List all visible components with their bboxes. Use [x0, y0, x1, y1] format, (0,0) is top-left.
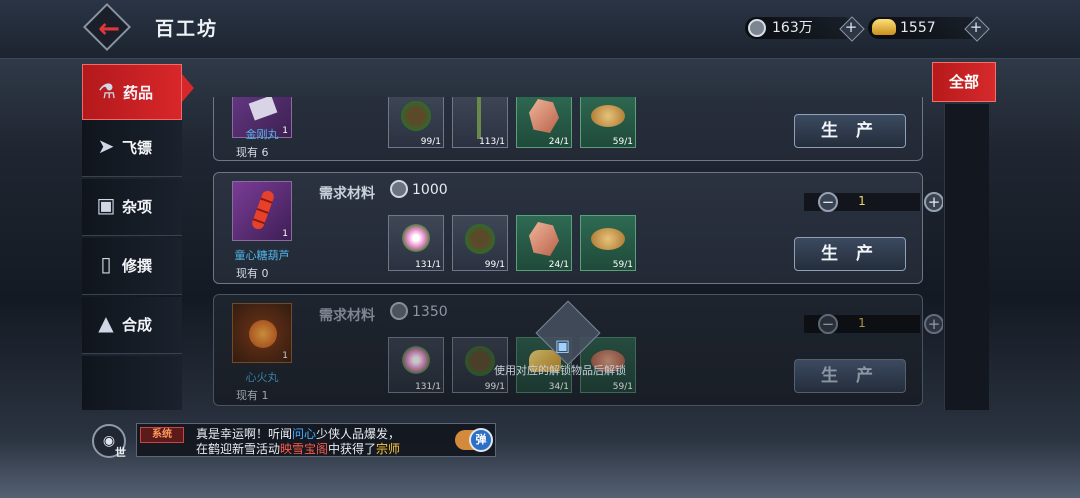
cost-value: 1350 — [412, 304, 448, 320]
decrease-quantity-button[interactable]: − — [818, 192, 838, 212]
book-icon: ▯ — [100, 252, 112, 276]
material-count: 99/1 — [420, 137, 441, 147]
decrease-quantity-button[interactable]: − — [818, 314, 838, 334]
popup-toggle-knob[interactable]: 弹 — [469, 428, 493, 452]
microphone-icon: ◉ — [102, 433, 116, 449]
system-channel-tag: 系统 — [140, 427, 184, 443]
mushroom-icon — [591, 105, 625, 127]
lock-icon: ▣ — [555, 336, 571, 355]
produce-button[interactable]: 生 产 — [794, 359, 906, 393]
back-arrow-icon[interactable]: ← — [94, 14, 124, 44]
add-silver-plus-icon[interactable]: + — [842, 18, 860, 36]
sidebar-item-label: 飞镖 — [122, 139, 153, 157]
material-slot[interactable]: 24/1 — [516, 97, 572, 148]
item-name: 金刚丸 — [245, 128, 279, 141]
material-slot[interactable]: 99/1 — [452, 215, 508, 271]
dark-flower-icon — [401, 101, 431, 131]
cost-value: 1000 — [412, 182, 448, 198]
dark-flower-icon — [465, 224, 495, 254]
chat-text: 中获得了 — [328, 442, 377, 456]
lock-hint-text: 使用对应的解锁物品后解锁 — [494, 364, 626, 377]
material-slot[interactable]: 99/1 — [388, 97, 444, 148]
mushroom-icon — [591, 228, 625, 250]
silver-coin-icon — [390, 302, 408, 320]
right-column — [944, 104, 989, 410]
increase-quantity-button[interactable]: + — [924, 314, 943, 334]
item-count: 1 — [282, 351, 288, 361]
material-slot[interactable]: 24/1 — [516, 215, 572, 271]
material-count: 131/1 — [415, 260, 441, 270]
item-owned: 现有 6 — [236, 146, 269, 159]
item-link[interactable]: 宗师 — [376, 442, 400, 456]
sidebar-item-darts[interactable]: ➤ 飞镖 — [82, 120, 182, 177]
gold-amount: 1557 — [900, 20, 936, 36]
required-materials-label: 需求材料 — [319, 308, 375, 324]
item-count: 1 — [282, 229, 288, 239]
pink-flower-icon — [402, 224, 430, 252]
chat-text: 少侠人品爆发， — [316, 427, 401, 441]
herb-stalk-icon — [477, 97, 481, 139]
material-count: 59/1 — [612, 137, 633, 147]
material-slot[interactable]: 113/1 — [452, 97, 508, 148]
sidebar-item-medicine[interactable]: ⚗ 药品 — [82, 64, 182, 120]
material-count: 24/1 — [548, 137, 569, 147]
material-count: 99/1 — [484, 382, 505, 392]
page-title: 百工坊 — [155, 18, 219, 40]
medicine-bottle-icon: ⚗ — [98, 79, 116, 103]
sidebar-item-label: 合成 — [122, 316, 153, 334]
chat-text: 在鹤迎新雪活动 — [196, 442, 281, 456]
material-count: 24/1 — [548, 260, 569, 270]
dark-flower-icon — [465, 346, 495, 376]
player-name-link[interactable]: 问心 — [292, 427, 316, 441]
ore-crystal-icon — [529, 222, 559, 256]
chat-line-2: 在鹤迎新雪活动映雪宝阁中获得了宗师 — [196, 440, 400, 457]
world-channel-label[interactable]: 世 — [115, 444, 126, 460]
item-thumbnail[interactable]: 1 — [232, 181, 292, 241]
material-slot[interactable]: 59/1 — [580, 215, 636, 271]
recipe-card: 1 金刚丸 现有 6 99/1 113/1 24/1 59/1 生 产 — [213, 97, 923, 161]
silver-coin-icon — [390, 180, 408, 198]
silver-amount: 163万 — [772, 20, 813, 36]
recipe-card: 1 童心糖葫芦 现有 0 需求材料 1000 1 − + 131/1 99/1 … — [213, 172, 943, 284]
filter-all-tab[interactable]: 全部 — [932, 62, 996, 102]
item-thumbnail[interactable]: 1 — [232, 303, 292, 363]
sidebar-item-label: 修撰 — [122, 257, 153, 275]
add-gold-plus-icon[interactable]: + — [967, 18, 985, 36]
pill-item-icon — [248, 97, 278, 121]
pink-flower-icon — [402, 346, 430, 374]
material-slot[interactable]: 59/1 — [580, 97, 636, 148]
material-slot[interactable]: 131/1 — [388, 215, 444, 271]
produce-button[interactable]: 生 产 — [794, 114, 906, 148]
sidebar-item-synthesis[interactable]: ▲ 合成 — [82, 297, 182, 354]
ore-crystal-icon — [529, 99, 559, 133]
item-name: 童心糖葫芦 — [234, 249, 290, 262]
anvil-icon: ▲ — [98, 311, 114, 335]
fire-pill-icon — [249, 320, 277, 348]
chest-icon: ▣ — [96, 193, 116, 217]
material-count: 99/1 — [484, 260, 505, 270]
item-name: 心火丸 — [245, 371, 279, 384]
required-materials-label: 需求材料 — [319, 186, 375, 202]
sidebar-item-label: 杂项 — [122, 198, 153, 216]
material-count: 34/1 — [548, 382, 569, 392]
sidebar-item-repair[interactable]: ▯ 修撰 — [82, 238, 182, 295]
silver-coin-icon — [748, 19, 766, 37]
item-owned: 现有 0 — [236, 267, 269, 280]
sidebar-filler — [82, 356, 182, 410]
material-count: 59/1 — [612, 382, 633, 392]
event-link[interactable]: 映雪宝阁 — [280, 442, 328, 456]
sidebar-item-misc[interactable]: ▣ 杂项 — [82, 179, 182, 236]
increase-quantity-button[interactable]: + — [924, 192, 943, 212]
gold-ingot-icon — [872, 19, 896, 35]
chat-text: 真是幸运啊！听闻 — [196, 427, 293, 441]
dart-icon: ➤ — [97, 134, 115, 158]
candied-haws-icon — [250, 189, 276, 231]
material-count: 131/1 — [415, 382, 441, 392]
sidebar-item-label: 药品 — [123, 84, 154, 102]
item-owned: 现有 1 — [236, 389, 269, 402]
material-count: 59/1 — [612, 260, 633, 270]
produce-button[interactable]: 生 产 — [794, 237, 906, 271]
material-slot[interactable]: 131/1 — [388, 337, 444, 393]
material-count: 113/1 — [479, 137, 505, 147]
